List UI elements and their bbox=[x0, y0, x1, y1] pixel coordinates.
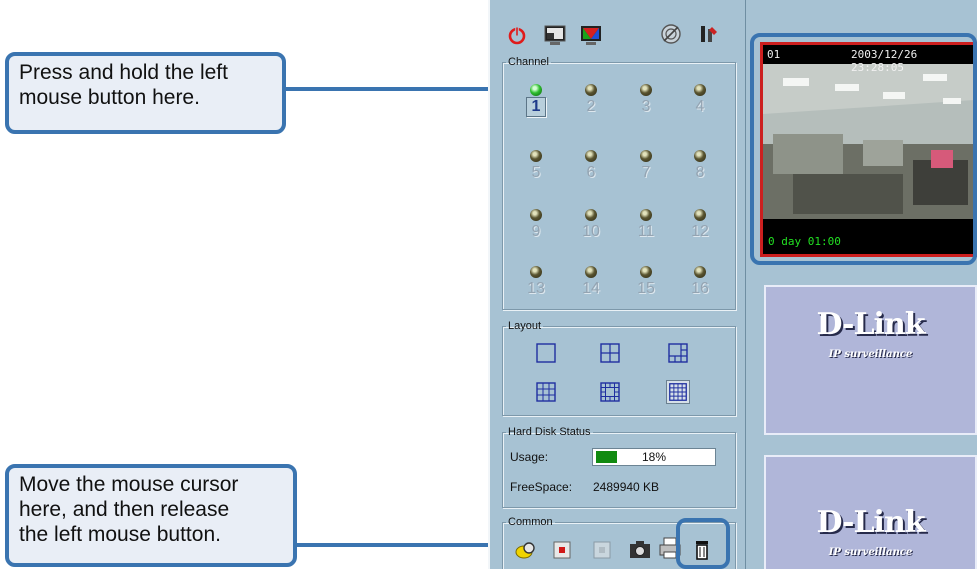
drag-source-highlight bbox=[750, 33, 977, 265]
layout-3x3-icon[interactable] bbox=[534, 380, 558, 404]
channel-number: 7 bbox=[641, 164, 651, 181]
channel-status-led bbox=[530, 150, 542, 162]
channel-number: 6 bbox=[586, 164, 596, 181]
color-icon[interactable] bbox=[580, 24, 602, 46]
callout-line: here, and then release bbox=[19, 498, 230, 521]
channel-button-2[interactable]: 2 bbox=[571, 84, 611, 124]
dlink-logo-text: D-Link bbox=[816, 307, 925, 342]
free-space-label: FreeSpace: bbox=[510, 480, 573, 494]
channel-button-5[interactable]: 5 bbox=[516, 150, 556, 190]
channel-legend: Channel bbox=[508, 56, 549, 68]
channel-status-led bbox=[530, 266, 542, 278]
instruction-callout-release: Move the mouse cursor here, and then rel… bbox=[5, 464, 297, 567]
dlink-logo-text: D-Link bbox=[816, 505, 925, 540]
control-panel: Channel 1 2 3 4 5 6 7 8 9 10 11 12 13 14… bbox=[488, 0, 746, 569]
video-slot-2[interactable]: D-Link IP surveillance bbox=[764, 285, 977, 435]
record-icon[interactable] bbox=[552, 540, 574, 562]
channel-button-16[interactable]: 16 bbox=[680, 266, 720, 306]
power-icon[interactable] bbox=[506, 24, 528, 46]
channel-status-led bbox=[530, 84, 542, 96]
tools-icon[interactable] bbox=[697, 23, 719, 45]
channel-number: 9 bbox=[531, 223, 541, 240]
channel-status-led bbox=[694, 266, 706, 278]
channel-status-led bbox=[640, 150, 652, 162]
channel-status-led bbox=[694, 84, 706, 96]
callout-line: the left mouse button. bbox=[19, 523, 221, 546]
channel-button-10[interactable]: 10 bbox=[571, 209, 611, 249]
channel-status-led bbox=[640, 266, 652, 278]
channel-number: 5 bbox=[531, 164, 541, 181]
channel-number: 1 bbox=[531, 98, 541, 115]
common-legend: Common bbox=[508, 516, 553, 528]
layout-legend: Layout bbox=[508, 320, 542, 332]
callout-line: mouse button here. bbox=[19, 86, 200, 109]
disc-icon[interactable] bbox=[660, 23, 682, 45]
video-slot-3[interactable]: D-Link IP surveillance bbox=[764, 455, 977, 569]
channel-number: 12 bbox=[691, 223, 709, 240]
channel-number: 13 bbox=[527, 280, 545, 297]
channel-number: 14 bbox=[582, 280, 600, 297]
callout-line: Move the mouse cursor bbox=[19, 473, 239, 496]
channel-status-led bbox=[585, 84, 597, 96]
channel-number: 15 bbox=[637, 280, 655, 297]
channel-button-1[interactable]: 1 bbox=[516, 84, 556, 124]
instruction-callout-press: Press and hold the left mouse button her… bbox=[5, 52, 286, 134]
hard-disk-legend: Hard Disk Status bbox=[508, 426, 591, 438]
channel-number: 16 bbox=[691, 280, 709, 297]
channel-button-15[interactable]: 15 bbox=[626, 266, 666, 306]
dlink-tagline: IP surveillance bbox=[828, 547, 913, 558]
channel-number: 10 bbox=[582, 223, 600, 240]
usage-percent: 18% bbox=[641, 450, 667, 464]
channel-number: 8 bbox=[695, 164, 705, 181]
callout-line: Press and hold the left bbox=[19, 61, 228, 84]
fullscreen-icon[interactable] bbox=[544, 24, 566, 46]
channel-status-led bbox=[585, 209, 597, 221]
search-icon[interactable] bbox=[514, 538, 536, 560]
channel-status-led bbox=[530, 209, 542, 221]
drop-target-highlight bbox=[676, 518, 730, 569]
channel-status-led bbox=[585, 266, 597, 278]
channel-number: 4 bbox=[695, 98, 705, 115]
channel-button-7[interactable]: 7 bbox=[626, 150, 666, 190]
layout-1plus12-icon[interactable] bbox=[598, 380, 622, 404]
channel-status-led bbox=[640, 84, 652, 96]
channel-button-8[interactable]: 8 bbox=[680, 150, 720, 190]
channel-button-12[interactable]: 12 bbox=[680, 209, 720, 249]
channel-status-led bbox=[640, 209, 652, 221]
layout-1x1-icon[interactable] bbox=[534, 341, 558, 365]
free-space-value: 2489940 KB bbox=[593, 480, 660, 494]
snapshot-icon[interactable] bbox=[628, 538, 650, 560]
channel-button-13[interactable]: 13 bbox=[516, 266, 556, 306]
channel-button-11[interactable]: 11 bbox=[626, 209, 666, 249]
channel-number: 2 bbox=[586, 98, 596, 115]
layout-2x2-icon[interactable] bbox=[598, 341, 622, 365]
channel-button-9[interactable]: 9 bbox=[516, 209, 556, 249]
channel-status-led bbox=[585, 150, 597, 162]
channel-status-led bbox=[694, 150, 706, 162]
hard-disk-group: Hard Disk Status bbox=[502, 426, 736, 508]
channel-status-led bbox=[694, 209, 706, 221]
usage-label: Usage: bbox=[510, 450, 549, 464]
usage-progress-bar: 18% bbox=[592, 448, 716, 466]
channel-button-14[interactable]: 14 bbox=[571, 266, 611, 306]
dlink-tagline: IP surveillance bbox=[828, 349, 913, 360]
channel-button-3[interactable]: 3 bbox=[626, 84, 666, 124]
layout-4x4-icon[interactable] bbox=[666, 380, 690, 404]
stop-icon[interactable] bbox=[592, 540, 614, 562]
channel-number: 3 bbox=[641, 98, 651, 115]
channel-number: 11 bbox=[637, 223, 655, 240]
channel-button-6[interactable]: 6 bbox=[571, 150, 611, 190]
layout-1plus5-icon[interactable] bbox=[666, 341, 690, 365]
channel-button-4[interactable]: 4 bbox=[680, 84, 720, 124]
